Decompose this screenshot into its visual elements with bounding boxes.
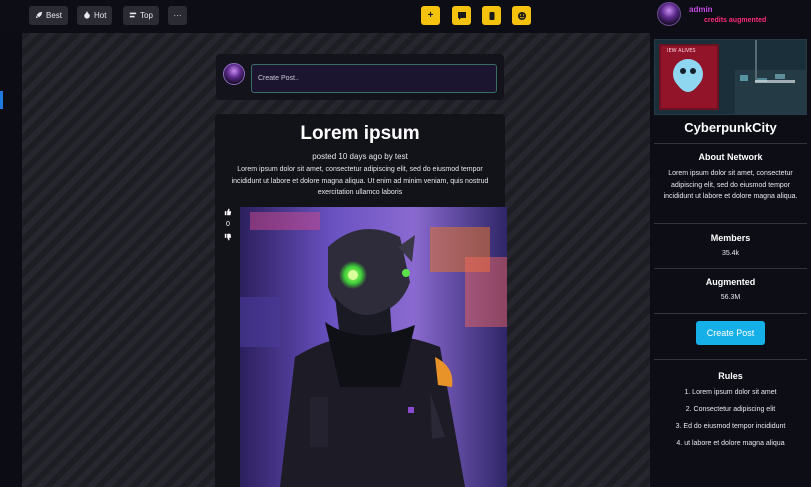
username[interactable]: admin [689,5,713,14]
rule-item: 4. ut labore et dolore magna aliqua [676,440,785,447]
thumbs-down-icon [224,233,232,241]
sidebar-divider [654,313,807,314]
sort-best-label: Best [46,11,63,20]
about-title: About Network [698,152,763,162]
cyberpunk-character-illustration [240,207,507,487]
rule-item: 2. Consectetur adipiscing elit [685,406,776,413]
sidebar-divider [654,359,807,360]
augmented-title: Augmented [705,277,756,287]
post-meta: posted 10 days ago by test [312,152,408,161]
rules-title: Rules [718,371,743,381]
message-icon [457,11,466,20]
user-avatar[interactable] [657,2,681,26]
sidebar-divider [654,143,807,144]
post-title[interactable]: Lorem ipsum [215,123,505,145]
sort-top-button[interactable]: Top [123,6,159,25]
ranking-icon [129,11,137,21]
post-image[interactable] [240,207,507,487]
sort-top-label: Top [140,11,153,20]
more-label: ··· [173,11,182,20]
augmented-count: 56.3M [720,294,741,301]
sort-hot-label: Hot [94,11,107,20]
left-rail-indicator [0,91,3,109]
downvote-button[interactable] [222,233,234,243]
more-options-button[interactable]: ··· [168,6,187,25]
trash-icon [489,11,494,20]
composer-avatar [223,63,245,85]
community-name: CyberpunkCity [684,120,777,135]
sidebar-divider [654,268,807,269]
delete-button[interactable] [482,6,501,25]
messages-button[interactable] [452,6,471,25]
rule-item: 1. Lorem ipsum dolor sit amet [684,389,777,396]
post-body: Lorem ipsum dolor sit amet, consectetur … [231,166,489,196]
sidebar-divider [654,223,807,224]
smile-icon [517,11,526,20]
sort-hot-button[interactable]: Hot [77,6,113,25]
credits-label: credits augmented [704,17,767,24]
left-rail [0,33,22,487]
top-navbar: Best Hot Top ··· + admin credits augment… [0,0,811,33]
create-post-button[interactable]: Create Post [696,321,765,345]
members-title: Members [710,233,751,243]
vote-count: 0 [226,221,230,228]
rocket-icon [35,11,43,21]
banner-illustration: IEW ALIVES [655,40,806,114]
thumbs-up-icon [224,208,232,216]
emoji-button[interactable] [512,6,531,25]
rules-list: 1. Lorem ipsum dolor sit amet 2. Consect… [650,387,811,455]
fire-icon [83,10,91,21]
plus-icon: + [427,10,434,21]
add-button[interactable]: + [421,6,440,25]
banner-sign-text: IEW ALIVES [667,48,696,54]
sort-best-button[interactable]: Best [29,6,69,25]
rule-item: 3. Ed do eiusmod tempor incididunt [675,423,786,430]
members-count: 35.4k [721,250,740,257]
create-post-input[interactable]: Create Post.. [251,64,497,93]
about-text: Lorem ipsum dolor sit amet, consectetur … [663,170,798,200]
community-banner: IEW ALIVES [654,39,807,115]
upvote-button[interactable] [222,208,234,218]
